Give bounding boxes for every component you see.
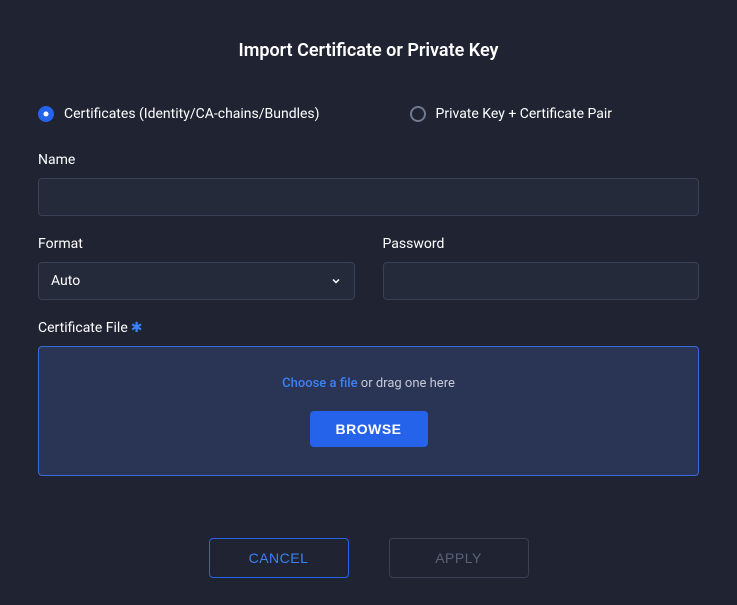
apply-button[interactable]: APPLY bbox=[389, 538, 529, 578]
password-label: Password bbox=[383, 236, 700, 252]
chevron-down-icon bbox=[330, 275, 342, 287]
file-dropzone[interactable]: Choose a file or drag one here BROWSE bbox=[38, 346, 699, 476]
certificate-file-field-group: Certificate File✱ Choose a file or drag … bbox=[38, 320, 699, 476]
radio-dot-unselected-icon bbox=[410, 106, 426, 122]
dialog-title: Import Certificate or Private Key bbox=[38, 40, 699, 61]
choose-file-link[interactable]: Choose a file bbox=[282, 376, 357, 391]
format-field-group: Format Auto bbox=[38, 236, 355, 300]
name-label: Name bbox=[38, 152, 699, 168]
certificate-file-label: Certificate File✱ bbox=[38, 320, 699, 336]
name-field-group: Name bbox=[38, 152, 699, 216]
name-input[interactable] bbox=[38, 178, 699, 216]
cancel-button[interactable]: CANCEL bbox=[209, 538, 349, 578]
password-field-group: Password bbox=[383, 236, 700, 300]
format-label: Format bbox=[38, 236, 355, 252]
format-select[interactable]: Auto bbox=[38, 262, 355, 300]
dialog-footer: CANCEL APPLY bbox=[38, 538, 699, 578]
dropzone-text: Choose a file or drag one here bbox=[282, 376, 455, 391]
import-type-radio-group: Certificates (Identity/CA-chains/Bundles… bbox=[38, 106, 699, 122]
required-asterisk-icon: ✱ bbox=[131, 320, 143, 336]
radio-private-key-pair[interactable]: Private Key + Certificate Pair bbox=[410, 106, 613, 122]
password-input[interactable] bbox=[383, 262, 700, 300]
format-value: Auto bbox=[51, 273, 80, 289]
browse-button[interactable]: BROWSE bbox=[310, 411, 428, 447]
radio-dot-selected-icon bbox=[38, 106, 54, 122]
radio-private-key-pair-label: Private Key + Certificate Pair bbox=[436, 106, 613, 122]
radio-certificates-label: Certificates (Identity/CA-chains/Bundles… bbox=[64, 106, 320, 122]
drag-hint: or drag one here bbox=[358, 376, 455, 391]
radio-certificates[interactable]: Certificates (Identity/CA-chains/Bundles… bbox=[38, 106, 320, 122]
